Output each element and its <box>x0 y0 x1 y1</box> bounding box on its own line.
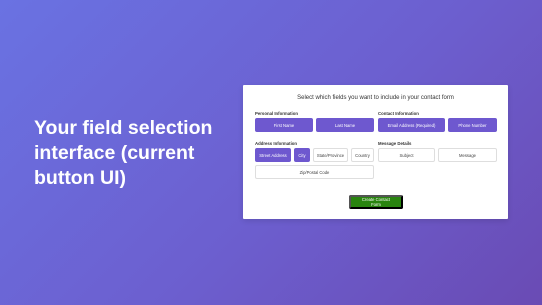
field-button-message[interactable]: Message <box>438 148 497 162</box>
field-button-street-address[interactable]: Street Address <box>255 148 291 162</box>
headline-line-2: interface (current <box>34 142 195 164</box>
section-label-personal: Personal Information <box>255 111 298 116</box>
headline-line-1: Your field selection <box>34 117 213 139</box>
field-button-first-name[interactable]: First Name <box>255 118 313 132</box>
section-label-contact: Contact Information <box>378 111 419 116</box>
create-contact-form-button[interactable]: Create Contact Form <box>349 195 403 209</box>
field-selection-panel: Select which fields you want to include … <box>243 85 508 219</box>
field-button-last-name[interactable]: Last Name <box>316 118 374 132</box>
panel-title: Select which fields you want to include … <box>297 95 454 101</box>
headline-line-3: button UI) <box>34 167 127 189</box>
section-label-address: Address Information <box>255 141 298 146</box>
field-button-phone-number[interactable]: Phone Number <box>448 118 497 132</box>
field-button-zip-postal-code[interactable]: Zip/Postal Code <box>255 165 374 179</box>
field-button-email-address[interactable]: Email Address (Required) <box>378 118 445 132</box>
field-button-subject[interactable]: Subject <box>378 148 435 162</box>
section-label-message: Message Details <box>378 141 412 146</box>
field-button-state-province[interactable]: State/Province <box>313 148 348 162</box>
headline: Your field selection interface (current … <box>34 116 224 191</box>
field-button-country[interactable]: Country <box>351 148 374 162</box>
field-button-city[interactable]: City <box>294 148 310 162</box>
